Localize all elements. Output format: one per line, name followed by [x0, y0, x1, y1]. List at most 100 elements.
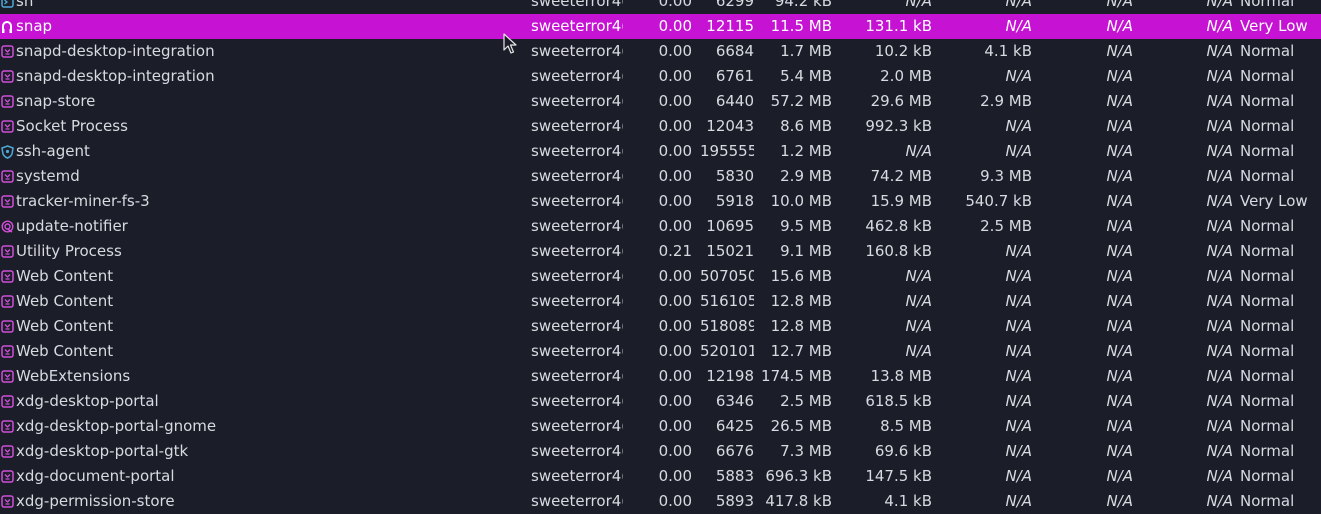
memory-cell: 1.7 MB	[780, 42, 832, 60]
table-row[interactable]: WebExtensions sweeterror4(0.00 12198 174.5 …	[0, 364, 1321, 389]
disk-write-cell: N/A	[1206, 317, 1233, 335]
cpu-cell: 0.00	[658, 67, 692, 85]
disk-read-total-cell: N/A	[905, 292, 932, 310]
priority-cell: Normal	[1240, 67, 1295, 85]
disk-read-cell: N/A	[1106, 267, 1133, 285]
disk-write-total-cell: N/A	[1005, 267, 1032, 285]
process-icon	[0, 189, 14, 214]
table-row[interactable]: ssh-agent sweeterror4(0.00 195555 1.2 MB N/A…	[0, 139, 1321, 164]
table-row[interactable]: tracker-miner-fs-3 sweeterror4(0.00 5918 10…	[0, 189, 1321, 214]
cpu-cell: 0.00	[658, 467, 692, 485]
process-name: xdg-desktop-portal-gnome	[16, 417, 217, 435]
memory-cell: 94.2 kB	[774, 0, 832, 10]
table-row[interactable]: Socket Process sweeterror4(0.00 12043 8.6 M…	[0, 114, 1321, 139]
cpu-cell: 0.00	[658, 42, 692, 60]
table-row[interactable]: Web Content sweeterror4(0.00 516105 12.8 MB…	[0, 289, 1321, 314]
table-row[interactable]: Web Content sweeterror4(0.00 507050 15.6 MB…	[0, 264, 1321, 289]
user-cell: sweeterror4(	[531, 492, 623, 510]
table-row[interactable]: xdg-desktop-portal-gnome sweeterror4( 0.00…	[0, 414, 1321, 439]
user-cell: sweeterror4(	[531, 417, 623, 435]
cpu-cell: 0.00	[658, 292, 692, 310]
cpu-cell: 0.00	[658, 192, 692, 210]
process-icon	[0, 414, 14, 439]
disk-write-total-cell: N/A	[1005, 342, 1032, 360]
disk-read-total-cell: 4.1 kB	[884, 492, 932, 510]
memory-cell: 57.2 MB	[770, 92, 832, 110]
table-row[interactable]: snapd-desktop-integration sweeterror4(0.0…	[0, 39, 1321, 64]
disk-write-total-cell: N/A	[1005, 392, 1032, 410]
table-row[interactable]: update-notifier sweeterror4(0.00 10695 9.5 …	[0, 214, 1321, 239]
process-icon	[0, 264, 14, 289]
table-row[interactable]: Utility Process sweeterror4(0.21 15021 9.1 …	[0, 239, 1321, 264]
pid-cell: 6346	[715, 392, 754, 410]
priority-cell: Normal	[1240, 467, 1295, 485]
disk-write-cell: N/A	[1206, 17, 1233, 35]
disk-read-cell: N/A	[1106, 442, 1133, 460]
memory-cell: 12.8 MB	[770, 317, 832, 335]
process-name: Web Content	[16, 317, 114, 335]
process-icon	[0, 364, 14, 389]
process-name: Socket Process	[16, 117, 128, 135]
table-row[interactable]: xdg-desktop-portal sweeterror4(0.00 6346 2.…	[0, 389, 1321, 414]
disk-write-cell: N/A	[1206, 117, 1233, 135]
user-cell: sweeterror4(	[531, 142, 623, 160]
priority-cell: Normal	[1240, 292, 1295, 310]
memory-cell: 5.4 MB	[780, 67, 832, 85]
process-icon	[0, 64, 14, 89]
memory-cell: 9.1 MB	[780, 242, 832, 260]
priority-cell: Normal	[1240, 167, 1295, 185]
disk-read-cell: N/A	[1106, 142, 1133, 160]
memory-cell: 15.6 MB	[770, 267, 832, 285]
user-cell: sweeterror4(	[531, 467, 623, 485]
table-row[interactable]: sh sweeterror4(0.00 6299 94.2 kB N/A N/A N/A N/…	[0, 0, 1321, 14]
table-row[interactable]: systemd sweeterror4(0.00 5830 2.9 MB 74.2 MB…	[0, 164, 1321, 189]
process-name: xdg-desktop-portal-gtk	[16, 442, 189, 460]
memory-cell: 12.7 MB	[770, 342, 832, 360]
disk-read-total-cell: 8.5 MB	[880, 417, 932, 435]
process-name: snap	[16, 17, 53, 35]
cpu-cell: 0.00	[658, 342, 692, 360]
pid-cell: 12115	[706, 17, 754, 35]
disk-read-total-cell: N/A	[905, 142, 932, 160]
cpu-cell: 0.00	[658, 267, 692, 285]
cpu-cell: 0.00	[658, 117, 692, 135]
pid-cell: 6425	[715, 417, 754, 435]
disk-read-cell: N/A	[1106, 467, 1133, 485]
memory-cell: 696.3 kB	[765, 467, 832, 485]
cpu-cell: 0.00	[658, 92, 692, 110]
process-name: xdg-desktop-portal	[16, 392, 159, 410]
table-row[interactable]: Web Content sweeterror4(0.00 520101 12.7 MB…	[0, 339, 1321, 364]
priority-cell: Normal	[1240, 117, 1295, 135]
user-cell: sweeterror4(	[531, 367, 623, 385]
disk-write-cell: N/A	[1206, 67, 1233, 85]
disk-write-total-cell: 4.1 kB	[984, 42, 1032, 60]
table-row[interactable]: snap-store sweeterror4(0.00 6440 57.2 MB 29.…	[0, 89, 1321, 114]
pid-cell: 12198	[706, 367, 754, 385]
disk-write-cell: N/A	[1206, 342, 1233, 360]
cpu-cell: 0.00	[658, 417, 692, 435]
process-name: Web Content	[16, 292, 114, 310]
user-cell: sweeterror4(	[531, 242, 623, 260]
process-table: sh sweeterror4(0.00 6299 94.2 kB N/A N/A N/A N/…	[0, 0, 1321, 514]
table-row[interactable]: xdg-desktop-portal-gtk sweeterror4(0.00 66…	[0, 439, 1321, 464]
process-name: snapd-desktop-integration	[16, 67, 215, 85]
table-row[interactable]: xdg-document-portal sweeterror4( 0.00 5883 6…	[0, 464, 1321, 489]
pid-cell: 5883	[715, 467, 754, 485]
pid-cell: 6440	[715, 92, 754, 110]
process-icon	[0, 489, 14, 514]
table-row[interactable]: snapd-desktop-integration sweeterror4(0.0…	[0, 64, 1321, 89]
memory-cell: 11.5 MB	[770, 17, 832, 35]
disk-write-cell: N/A	[1206, 192, 1233, 210]
table-row[interactable]: snap sweeterror4(0.00 12115 11.5 MB 131.1 kB…	[0, 14, 1321, 39]
table-row[interactable]: Web Content sweeterror4(0.00 518089 12.8 MB…	[0, 314, 1321, 339]
disk-read-total-cell: 15.9 MB	[870, 192, 932, 210]
disk-write-cell: N/A	[1206, 242, 1233, 260]
process-icon	[0, 39, 14, 64]
process-name: xdg-document-portal	[16, 467, 175, 485]
table-row[interactable]: xdg-permission-store sweeterror4(0.00 5893…	[0, 489, 1321, 514]
disk-write-total-cell: N/A	[1005, 142, 1032, 160]
priority-cell: Normal	[1240, 492, 1295, 510]
process-name: Utility Process	[16, 242, 122, 260]
priority-cell: Normal	[1240, 442, 1295, 460]
terminal-icon	[0, 0, 14, 14]
